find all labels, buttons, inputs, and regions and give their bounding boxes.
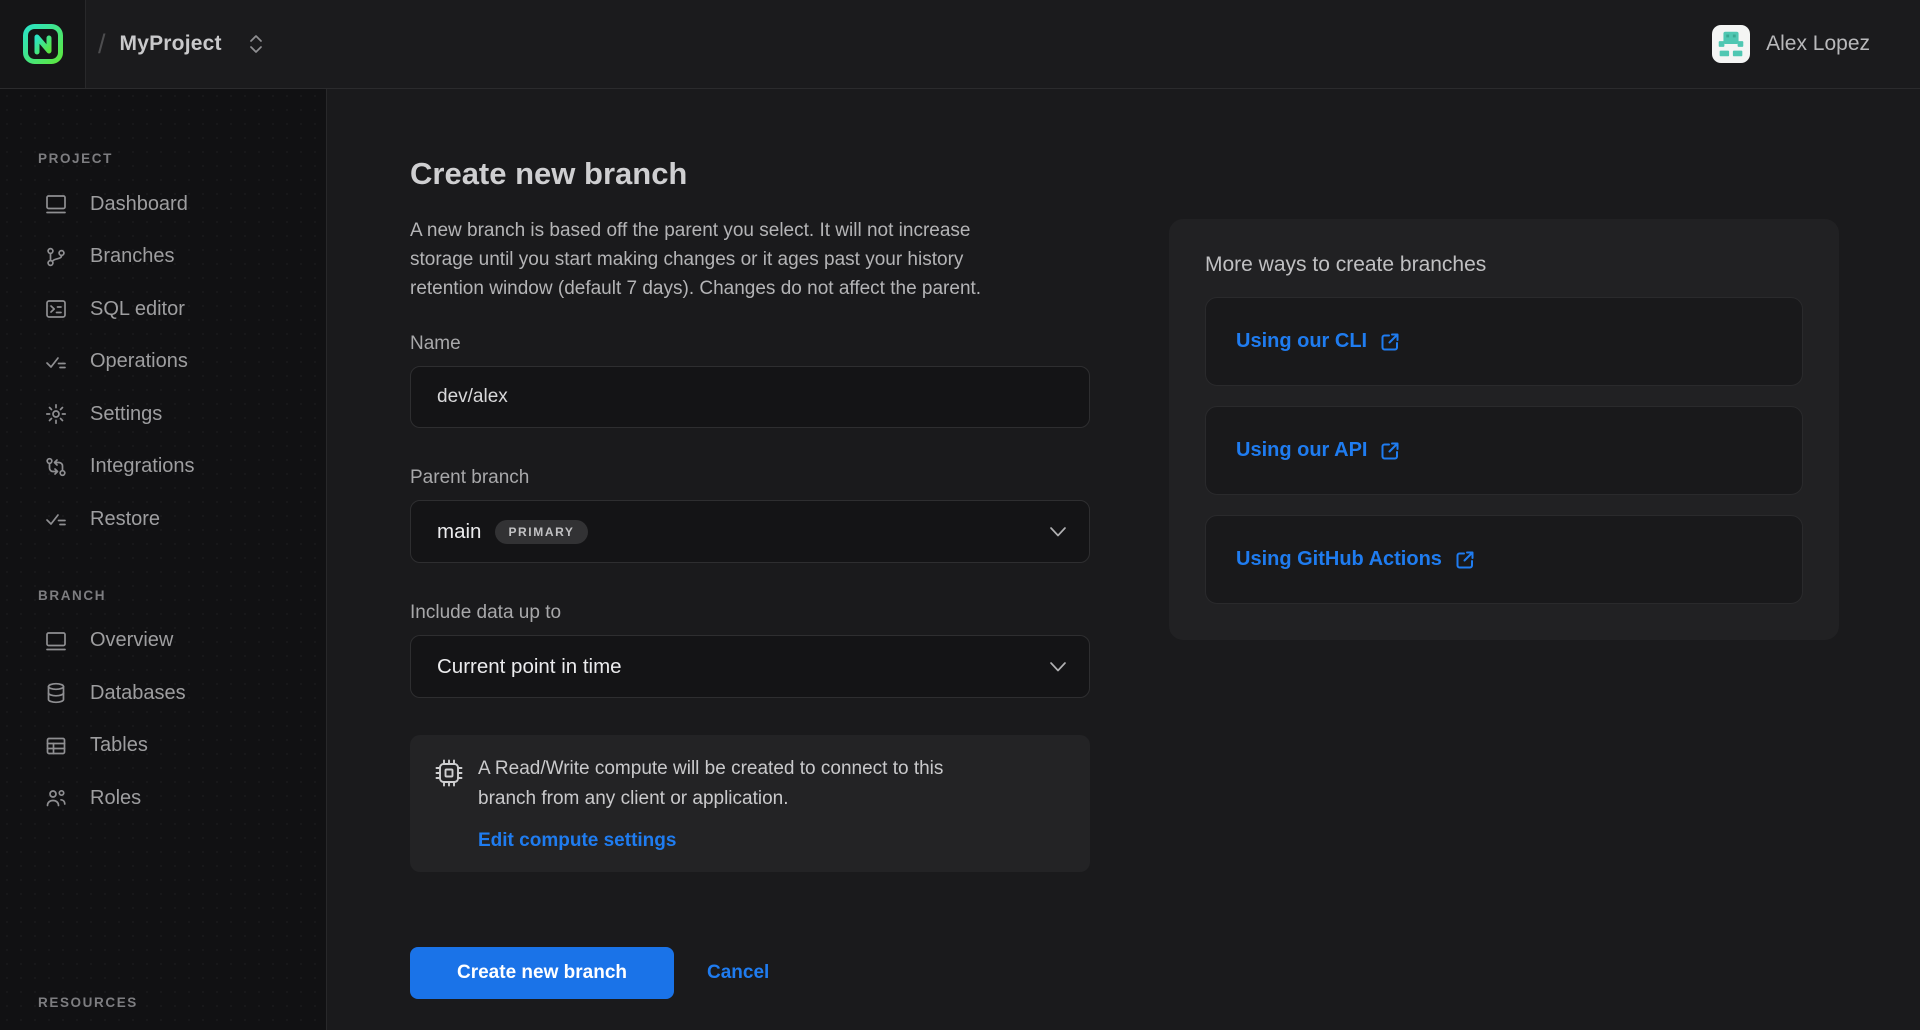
git-compare-icon (44, 455, 68, 479)
neon-logo-icon (22, 23, 64, 65)
include-data-label: Include data up to (410, 602, 1100, 624)
branch-name-input[interactable] (410, 366, 1090, 428)
gear-icon (44, 402, 68, 426)
breadcrumb-project-name: MyProject (120, 32, 222, 56)
checklist-icon (44, 507, 68, 531)
include-data-value: Current point in time (437, 655, 622, 679)
using-github-actions-link[interactable]: Using GitHub Actions (1236, 548, 1476, 571)
cancel-link[interactable]: Cancel (707, 962, 769, 984)
page-title: Create new branch (410, 156, 1100, 192)
api-card[interactable]: Using our API (1205, 406, 1803, 495)
terminal-icon (44, 297, 68, 321)
sidebar-item-settings[interactable]: Settings (38, 388, 326, 441)
sidebar-item-dashboard[interactable]: Dashboard (38, 178, 326, 231)
parent-branch-select[interactable]: main PRIMARY (410, 500, 1090, 563)
chevron-down-icon (1049, 526, 1067, 538)
create-branch-button[interactable]: Create new branch (410, 947, 674, 999)
parent-branch-value: main (437, 520, 481, 544)
sidebar-item-tables[interactable]: Tables (38, 720, 326, 773)
external-link-icon (1379, 331, 1401, 353)
sidebar-item-operations[interactable]: Operations (38, 336, 326, 389)
sidebar-item-databases[interactable]: Databases (38, 667, 326, 720)
sidebar-item-integrations[interactable]: Integrations (38, 441, 326, 494)
external-link-icon (1454, 549, 1476, 571)
more-ways-title: More ways to create branches (1205, 253, 1803, 277)
using-api-link[interactable]: Using our API (1236, 439, 1401, 462)
main-content: Create new branch A new branch is based … (327, 89, 1920, 1030)
logo-cell[interactable] (0, 0, 86, 88)
parent-branch-label: Parent branch (410, 467, 1100, 489)
unfold-icon (248, 33, 264, 55)
sidebar-item-branches[interactable]: Branches (38, 231, 326, 284)
name-label: Name (410, 333, 1100, 355)
external-link-icon (1379, 440, 1401, 462)
user-name: Alex Lopez (1766, 32, 1870, 56)
sidebar-section-branch: BRANCH (38, 588, 326, 603)
sidebar-item-roles[interactable]: Roles (38, 772, 326, 825)
primary-badge: PRIMARY (495, 520, 587, 544)
sidebar-item-overview[interactable]: Overview (38, 615, 326, 668)
avatar-identicon-icon (1714, 27, 1748, 61)
more-ways-panel: More ways to create branches Using our C… (1169, 219, 1839, 640)
checklist-icon (44, 350, 68, 374)
top-bar: / MyProject Alex Lopez (0, 0, 1920, 89)
users-icon (44, 786, 68, 810)
avatar (1712, 25, 1750, 63)
window-icon (44, 629, 68, 653)
dashboard-icon (44, 192, 68, 216)
chevron-down-icon (1049, 661, 1067, 673)
compute-note-text: A Read/Write compute will be created to … (478, 754, 943, 814)
sidebar: PROJECT Dashboard Branches SQL editor (0, 89, 327, 1030)
git-branch-icon (44, 245, 68, 269)
compute-note: A Read/Write compute will be created to … (410, 735, 1090, 872)
using-cli-link[interactable]: Using our CLI (1236, 330, 1401, 353)
sidebar-section-resources: RESOURCES (38, 995, 326, 1010)
include-data-select[interactable]: Current point in time (410, 635, 1090, 698)
github-actions-card[interactable]: Using GitHub Actions (1205, 515, 1803, 604)
cpu-chip-icon (433, 757, 465, 789)
edit-compute-settings-link[interactable]: Edit compute settings (478, 830, 676, 852)
sidebar-section-project: PROJECT (38, 151, 326, 166)
page-description: A new branch is based off the parent you… (410, 216, 1100, 303)
breadcrumb-separator: / (98, 29, 106, 60)
project-switcher[interactable]: MyProject (120, 32, 264, 56)
sidebar-item-restore[interactable]: Restore (38, 493, 326, 546)
cli-card[interactable]: Using our CLI (1205, 297, 1803, 386)
database-icon (44, 681, 68, 705)
table-icon (44, 734, 68, 758)
user-menu[interactable]: Alex Lopez (1712, 0, 1870, 88)
sidebar-item-sql-editor[interactable]: SQL editor (38, 283, 326, 336)
